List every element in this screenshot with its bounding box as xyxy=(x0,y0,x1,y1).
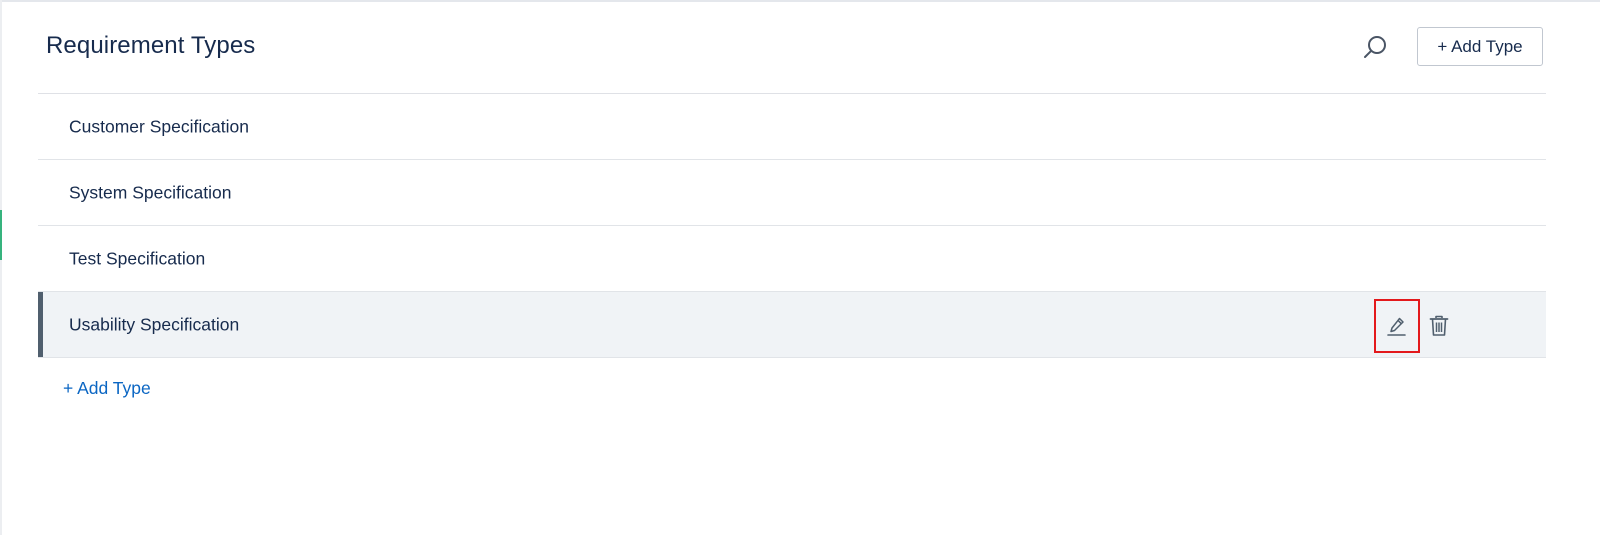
page-header: Requirement Types + Add Type xyxy=(38,2,1546,94)
delete-button[interactable] xyxy=(1424,309,1454,343)
search-icon xyxy=(1364,36,1386,58)
list-item-selected[interactable]: Usability Specification xyxy=(38,292,1546,358)
list-item[interactable]: Customer Specification xyxy=(38,94,1546,160)
list-item-label: Customer Specification xyxy=(69,116,249,136)
list-item-label: Test Specification xyxy=(69,248,206,268)
list-item-label: Usability Specification xyxy=(69,314,240,334)
list-item[interactable]: Test Specification xyxy=(38,226,1546,292)
selection-indicator xyxy=(38,292,43,357)
list-item-label: System Specification xyxy=(69,182,232,202)
list-item[interactable]: System Specification xyxy=(38,160,1546,226)
trash-icon xyxy=(1429,315,1449,336)
requirement-types-list: Customer Specification System Specificat… xyxy=(38,94,1546,358)
add-type-button[interactable]: + Add Type xyxy=(1417,27,1543,66)
search-button[interactable] xyxy=(1358,30,1392,64)
left-accent-indicator xyxy=(0,210,2,260)
row-actions xyxy=(1374,298,1454,354)
page-title: Requirement Types xyxy=(46,32,256,59)
pencil-icon xyxy=(1387,317,1406,336)
add-type-link[interactable]: + Add Type xyxy=(63,378,151,399)
left-border xyxy=(0,0,2,535)
edit-button[interactable] xyxy=(1374,299,1420,353)
